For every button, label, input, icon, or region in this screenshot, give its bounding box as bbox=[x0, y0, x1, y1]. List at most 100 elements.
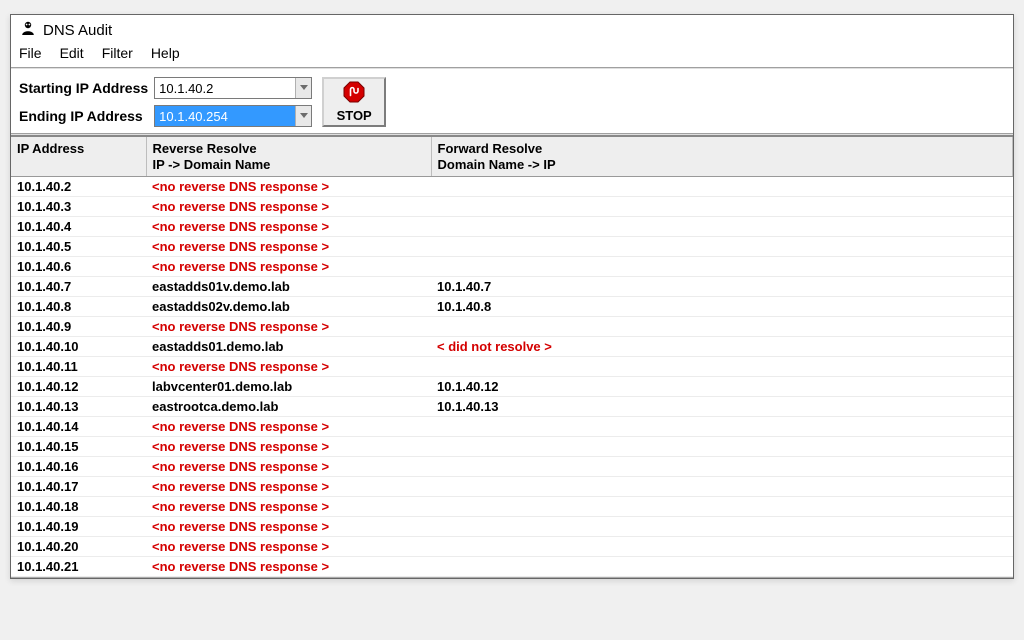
ip-range-fields: Starting IP Address Ending IP Address bbox=[19, 77, 312, 127]
stop-button-label: STOP bbox=[337, 108, 372, 123]
chevron-down-icon bbox=[300, 113, 308, 119]
results-table-wrap: IP Address Reverse Resolve IP -> Domain … bbox=[11, 135, 1013, 578]
cell-forward bbox=[431, 516, 1013, 536]
cell-ip: 10.1.40.4 bbox=[11, 216, 146, 236]
start-ip-dropdown-button[interactable] bbox=[295, 78, 311, 98]
cell-ip: 10.1.40.19 bbox=[11, 516, 146, 536]
cell-reverse: <no reverse DNS response > bbox=[146, 256, 431, 276]
table-row[interactable]: 10.1.40.21<no reverse DNS response > bbox=[11, 556, 1013, 576]
cell-reverse: <no reverse DNS response > bbox=[146, 456, 431, 476]
table-row[interactable]: 10.1.40.11<no reverse DNS response > bbox=[11, 356, 1013, 376]
menu-file[interactable]: File bbox=[19, 45, 42, 61]
cell-ip: 10.1.40.10 bbox=[11, 336, 146, 356]
end-ip-input[interactable] bbox=[155, 106, 295, 126]
cell-reverse: eastadds02v.demo.lab bbox=[146, 296, 431, 316]
menu-filter[interactable]: Filter bbox=[102, 45, 133, 61]
cell-ip: 10.1.40.21 bbox=[11, 556, 146, 576]
cell-forward: < did not resolve > bbox=[431, 336, 1013, 356]
table-row[interactable]: 10.1.40.6<no reverse DNS response > bbox=[11, 256, 1013, 276]
table-row[interactable]: 10.1.40.3<no reverse DNS response > bbox=[11, 196, 1013, 216]
cell-reverse: <no reverse DNS response > bbox=[146, 356, 431, 376]
table-row[interactable]: 10.1.40.9<no reverse DNS response > bbox=[11, 316, 1013, 336]
app-window: DNS Audit File Edit Filter Help Starting… bbox=[10, 14, 1014, 579]
cell-ip: 10.1.40.5 bbox=[11, 236, 146, 256]
cell-ip: 10.1.40.18 bbox=[11, 496, 146, 516]
cell-reverse: eastadds01.demo.lab bbox=[146, 336, 431, 356]
cell-ip: 10.1.40.12 bbox=[11, 376, 146, 396]
cell-forward bbox=[431, 216, 1013, 236]
cell-ip: 10.1.40.13 bbox=[11, 396, 146, 416]
table-row[interactable]: 10.1.40.19<no reverse DNS response > bbox=[11, 516, 1013, 536]
table-row[interactable]: 10.1.40.5<no reverse DNS response > bbox=[11, 236, 1013, 256]
cell-reverse: <no reverse DNS response > bbox=[146, 416, 431, 436]
table-row[interactable]: 10.1.40.20<no reverse DNS response > bbox=[11, 536, 1013, 556]
app-icon bbox=[19, 19, 37, 41]
table-row[interactable]: 10.1.40.7eastadds01v.demo.lab10.1.40.7 bbox=[11, 276, 1013, 296]
cell-ip: 10.1.40.14 bbox=[11, 416, 146, 436]
cell-reverse: labvcenter01.demo.lab bbox=[146, 376, 431, 396]
cell-reverse: <no reverse DNS response > bbox=[146, 176, 431, 196]
app-title: DNS Audit bbox=[43, 22, 112, 39]
cell-reverse: <no reverse DNS response > bbox=[146, 236, 431, 256]
cell-forward: 10.1.40.12 bbox=[431, 376, 1013, 396]
end-ip-combo[interactable] bbox=[154, 105, 312, 127]
start-ip-combo[interactable] bbox=[154, 77, 312, 99]
cell-reverse: <no reverse DNS response > bbox=[146, 196, 431, 216]
titlebar: DNS Audit bbox=[11, 15, 1013, 43]
cell-ip: 10.1.40.16 bbox=[11, 456, 146, 476]
table-row[interactable]: 10.1.40.14<no reverse DNS response > bbox=[11, 416, 1013, 436]
cell-forward bbox=[431, 556, 1013, 576]
end-ip-dropdown-button[interactable] bbox=[295, 106, 311, 126]
cell-forward bbox=[431, 416, 1013, 436]
cell-ip: 10.1.40.8 bbox=[11, 296, 146, 316]
cell-forward bbox=[431, 236, 1013, 256]
cell-ip: 10.1.40.17 bbox=[11, 476, 146, 496]
cell-reverse: eastadds01v.demo.lab bbox=[146, 276, 431, 296]
menu-edit[interactable]: Edit bbox=[60, 45, 84, 61]
cell-forward bbox=[431, 176, 1013, 196]
stop-button[interactable]: STOP bbox=[322, 77, 386, 127]
table-row[interactable]: 10.1.40.8eastadds02v.demo.lab10.1.40.8 bbox=[11, 296, 1013, 316]
cell-forward: 10.1.40.13 bbox=[431, 396, 1013, 416]
col-header-ip[interactable]: IP Address bbox=[11, 137, 146, 176]
cell-reverse: <no reverse DNS response > bbox=[146, 536, 431, 556]
table-row[interactable]: 10.1.40.17<no reverse DNS response > bbox=[11, 476, 1013, 496]
cell-ip: 10.1.40.20 bbox=[11, 536, 146, 556]
cell-reverse: eastrootca.demo.lab bbox=[146, 396, 431, 416]
table-row[interactable]: 10.1.40.13eastrootca.demo.lab10.1.40.13 bbox=[11, 396, 1013, 416]
end-ip-label: Ending IP Address bbox=[19, 108, 148, 124]
cell-forward bbox=[431, 476, 1013, 496]
cell-ip: 10.1.40.6 bbox=[11, 256, 146, 276]
table-row[interactable]: 10.1.40.10eastadds01.demo.lab< did not r… bbox=[11, 336, 1013, 356]
cell-reverse: <no reverse DNS response > bbox=[146, 476, 431, 496]
table-row[interactable]: 10.1.40.18<no reverse DNS response > bbox=[11, 496, 1013, 516]
table-row[interactable]: 10.1.40.15<no reverse DNS response > bbox=[11, 436, 1013, 456]
col-header-reverse[interactable]: Reverse Resolve IP -> Domain Name bbox=[146, 137, 431, 176]
cell-ip: 10.1.40.9 bbox=[11, 316, 146, 336]
cell-forward bbox=[431, 536, 1013, 556]
cell-reverse: <no reverse DNS response > bbox=[146, 436, 431, 456]
table-row[interactable]: 10.1.40.4<no reverse DNS response > bbox=[11, 216, 1013, 236]
cell-forward bbox=[431, 256, 1013, 276]
cell-forward bbox=[431, 496, 1013, 516]
cell-ip: 10.1.40.11 bbox=[11, 356, 146, 376]
cell-forward bbox=[431, 456, 1013, 476]
cell-reverse: <no reverse DNS response > bbox=[146, 316, 431, 336]
start-ip-input[interactable] bbox=[155, 78, 295, 98]
col-header-forward[interactable]: Forward Resolve Domain Name -> IP bbox=[431, 137, 1013, 176]
table-row[interactable]: 10.1.40.12labvcenter01.demo.lab10.1.40.1… bbox=[11, 376, 1013, 396]
table-row[interactable]: 10.1.40.16<no reverse DNS response > bbox=[11, 456, 1013, 476]
cell-ip: 10.1.40.7 bbox=[11, 276, 146, 296]
cell-forward bbox=[431, 356, 1013, 376]
cell-forward: 10.1.40.7 bbox=[431, 276, 1013, 296]
cell-forward bbox=[431, 196, 1013, 216]
cell-ip: 10.1.40.2 bbox=[11, 176, 146, 196]
start-ip-label: Starting IP Address bbox=[19, 80, 148, 96]
cell-forward bbox=[431, 316, 1013, 336]
cell-ip: 10.1.40.3 bbox=[11, 196, 146, 216]
cell-reverse: <no reverse DNS response > bbox=[146, 216, 431, 236]
cell-ip: 10.1.40.15 bbox=[11, 436, 146, 456]
cell-reverse: <no reverse DNS response > bbox=[146, 556, 431, 576]
table-row[interactable]: 10.1.40.2<no reverse DNS response > bbox=[11, 176, 1013, 196]
menu-help[interactable]: Help bbox=[151, 45, 180, 61]
